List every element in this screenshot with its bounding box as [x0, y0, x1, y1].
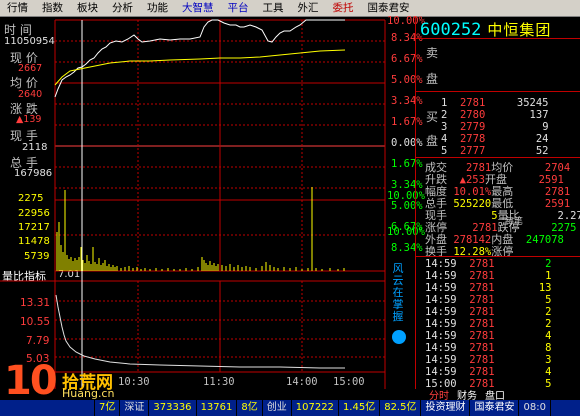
- buy-order-row[interactable]: 5 2777 52: [441, 145, 549, 157]
- sell-label-2: 盘: [426, 72, 439, 86]
- status-cy-value: 13761: [197, 400, 238, 416]
- time-axis-1: 11:30: [203, 376, 235, 388]
- buy-label-2: 盘: [426, 134, 439, 148]
- sell-label-1: 卖: [426, 46, 439, 60]
- side-toggle-icon[interactable]: [392, 330, 406, 344]
- tick-row: 14:59 2781 2: [425, 306, 552, 318]
- divider: [415, 91, 580, 92]
- watermark-url: Huang.cn: [62, 387, 115, 400]
- side-slogan: 风云在掌握: [392, 262, 404, 323]
- time-axis-3: 15:00: [333, 376, 365, 388]
- tick-row: 14:59 2781 2: [425, 258, 552, 270]
- tick-row: 14:59 2781 1: [425, 270, 552, 282]
- per-trade-label: 每笔: [505, 217, 524, 227]
- buy-order-row[interactable]: 2 2780 137: [441, 109, 549, 121]
- divider: [415, 38, 580, 39]
- time-axis-2: 14:00: [286, 376, 318, 388]
- divider: [415, 157, 580, 158]
- menu-trade[interactable]: 委托: [326, 0, 361, 17]
- stock-header: 600252 中恒集团: [420, 19, 551, 40]
- status-cy-amount: 8亿: [237, 400, 263, 416]
- status-sz-value: 373336: [149, 400, 197, 416]
- menu-index[interactable]: 指数: [35, 0, 70, 17]
- tick-row: 14:59 2781 3: [425, 354, 552, 366]
- menu-tools[interactable]: 工具: [256, 0, 291, 17]
- time-axis-0: 10:30: [118, 376, 150, 388]
- menu-analysis[interactable]: 分析: [105, 0, 140, 17]
- status-value-1: 107222: [292, 400, 339, 416]
- menu-bar: 行情 指数 板块 分析 功能 大智慧 平台 工具 外汇 委托 国泰君安: [0, 0, 580, 17]
- status-caifu[interactable]: 投资理财: [421, 400, 471, 416]
- tick-row: 14:59 2781 2: [425, 318, 552, 330]
- buy-order-row[interactable]: 4 2778 24: [441, 133, 549, 145]
- divider: [415, 256, 580, 257]
- watermark-logo: 10: [4, 358, 58, 404]
- status-broker[interactable]: 国泰君安: [470, 400, 520, 416]
- menu-forex[interactable]: 外汇: [291, 0, 326, 17]
- buy-order-row[interactable]: 3 2779 9: [441, 121, 549, 133]
- price-grid: [0, 19, 386, 389]
- tick-row: 14:59 2781 8: [425, 342, 552, 354]
- status-sz-label[interactable]: 深证: [120, 400, 150, 416]
- menu-dazhihui[interactable]: 大智慧: [175, 0, 221, 17]
- menu-quotes[interactable]: 行情: [0, 0, 35, 17]
- tick-row: 14:59 2781 13: [425, 282, 552, 294]
- menu-function[interactable]: 功能: [140, 0, 175, 17]
- stock-code: 600252: [420, 20, 482, 40]
- status-value-2: 1.45亿: [339, 400, 381, 416]
- average-line: [54, 49, 346, 86]
- buy-label-1: 买: [426, 110, 439, 124]
- intraday-chart[interactable]: [0, 17, 415, 389]
- status-bar: 7亿 深证 373336 13761 8亿 创业 107222 1.45亿 82…: [0, 400, 580, 416]
- status-cy-label[interactable]: 创业: [263, 400, 292, 416]
- menu-sector[interactable]: 板块: [70, 0, 105, 17]
- tick-row: 14:59 2781 5: [425, 294, 552, 306]
- status-clock: 08:0: [519, 400, 551, 416]
- buy-order-row[interactable]: 1 2781 35245: [441, 97, 549, 109]
- panel-tabs: 分时 财务 盘口: [425, 389, 509, 402]
- tick-row: 14:59 2781 4: [425, 366, 552, 378]
- tick-row: 14:59 2781 4: [425, 330, 552, 342]
- status-value-3: 82.5亿: [380, 400, 422, 416]
- stock-name: 中恒集团: [487, 21, 552, 39]
- status-sz-amount: 7亿: [95, 400, 121, 416]
- menu-platform[interactable]: 平台: [221, 0, 256, 17]
